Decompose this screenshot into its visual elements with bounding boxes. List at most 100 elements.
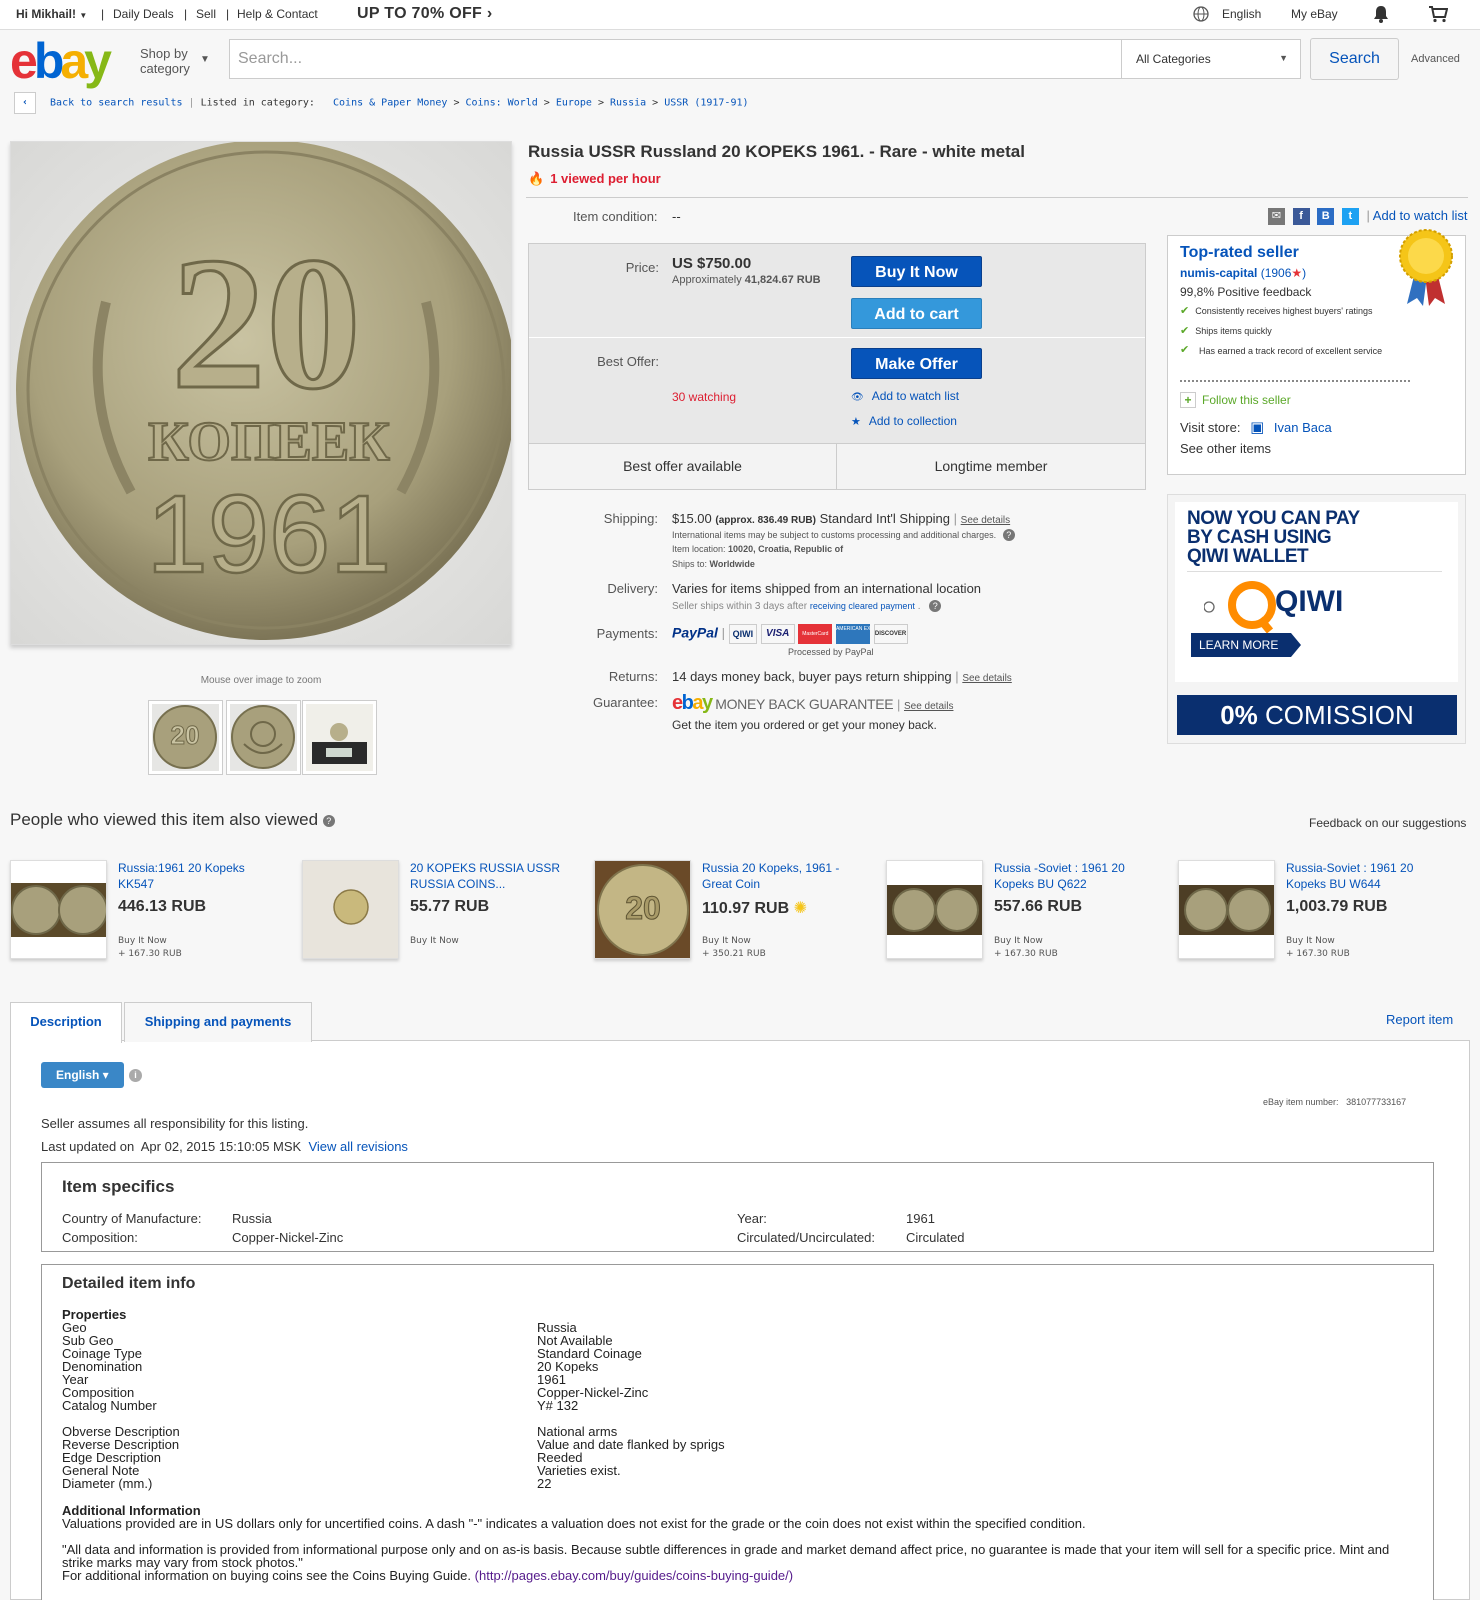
add-to-cart-button[interactable]: Add to cart <box>851 298 982 329</box>
main-product-image[interactable]: 20 КОПЕЕК 1961 <box>10 141 512 645</box>
advanced-search-link[interactable]: Advanced <box>1411 53 1460 65</box>
seller-info-box: Top-rated seller numis-capital (1906★) 9… <box>1167 229 1466 475</box>
breadcrumb-item[interactable]: Russia <box>610 98 646 109</box>
suggested-item-price: 1,003.79 RUB <box>1286 898 1388 915</box>
shipping-see-details-link[interactable]: See details <box>961 515 1010 526</box>
commission-pct: 0% <box>1220 700 1258 730</box>
check-icon: ✔ <box>1180 325 1190 337</box>
report-item-link[interactable]: Report item <box>1386 1012 1453 1027</box>
valuations-note: Valuations provided are in US dollars on… <box>62 1516 1086 1531</box>
seller-name-link[interactable]: numis-capital <box>1180 266 1257 280</box>
back-to-results-link[interactable]: Back to search results <box>50 98 182 109</box>
help-contact-link[interactable]: Help & Contact <box>237 7 318 21</box>
add-to-watch-list-link[interactable]: 👁 Add to watch list <box>851 389 959 403</box>
suggested-item-card[interactable]: Russia -Soviet : 1961 20 Kopeks BU Q622 … <box>886 860 1176 960</box>
visa-card-icon: VISA <box>760 624 795 644</box>
suggested-item-image[interactable] <box>302 860 399 959</box>
greeting-menu[interactable]: Hi Mikhail! ▼ <box>16 7 87 21</box>
suggested-item-price: 55.77 RUB <box>410 898 490 915</box>
suggested-item-card[interactable]: 20 Russia 20 Kopeks, 1961 - Great Coin 1… <box>594 860 884 960</box>
seller-responsibility: Seller assumes all responsibility for th… <box>41 1116 309 1131</box>
breadcrumb-item[interactable]: Coins: World <box>465 98 537 109</box>
suggested-item-image[interactable] <box>10 860 107 959</box>
feedback-on-suggestions-link[interactable]: Feedback on our suggestions <box>1309 816 1466 830</box>
bell-icon[interactable] <box>1373 5 1389 26</box>
search-input[interactable]: Search... <box>229 39 1122 79</box>
best-offer-row: Best Offer: Make Offer 30 watching 👁 Add … <box>529 340 1145 442</box>
email-icon[interactable]: ✉ <box>1268 208 1285 226</box>
suggested-item-title[interactable]: 20 KOPEKS RUSSIA USSR RUSSIA COINS... <box>410 860 570 892</box>
suggested-item-image[interactable]: 20 <box>594 860 691 959</box>
spec-label: Country of Manufacture: <box>62 1211 202 1226</box>
breadcrumb-item[interactable]: Coins & Paper Money <box>333 98 447 109</box>
follow-seller-link[interactable]: + Follow this seller <box>1180 392 1291 408</box>
thumbnail-2[interactable] <box>226 700 301 775</box>
my-ebay-link[interactable]: My eBay <box>1291 7 1338 21</box>
language-selector[interactable]: English <box>1222 7 1261 21</box>
suggested-item-title[interactable]: Russia:1961 20 Kopeks KK547 <box>118 860 278 892</box>
store-name-link[interactable]: Ivan Baca <box>1274 420 1332 435</box>
approx-value: 41,824.67 RUB <box>744 274 821 286</box>
divider <box>526 197 1468 198</box>
tab-shipping-payments[interactable]: Shipping and payments <box>124 1002 312 1042</box>
qiwi-ad-banner[interactable]: NOW YOU CAN PAY BY CASH USING QIWI WALLE… <box>1167 494 1466 744</box>
suggested-item-image[interactable] <box>886 860 983 959</box>
last-updated-label: Last updated on <box>41 1139 135 1154</box>
see-other-items-link[interactable]: See other items <box>1180 441 1271 456</box>
returns-see-details-link[interactable]: See details <box>962 673 1011 684</box>
spec-label: Year: <box>737 1211 767 1226</box>
facebook-icon[interactable]: f <box>1292 208 1310 226</box>
suggested-item-card[interactable]: Russia:1961 20 Kopeks KK547 446.13 RUB B… <box>10 860 300 960</box>
breadcrumb-item[interactable]: USSR (1917-91) <box>664 98 748 109</box>
suggested-item-title[interactable]: Russia 20 Kopeks, 1961 - Great Coin <box>702 860 862 892</box>
view-revisions-link[interactable]: View all revisions <box>308 1139 407 1154</box>
suggested-item-card[interactable]: 20 KOPEKS RUSSIA USSR RUSSIA COINS... 55… <box>302 860 592 960</box>
category-select[interactable]: All Categories ▼ <box>1122 39 1301 79</box>
language-dropdown-button[interactable]: English ▾ <box>41 1062 124 1088</box>
amex-card-icon: AMERICAN EXPRESS <box>835 624 870 644</box>
make-offer-button[interactable]: Make Offer <box>851 348 982 379</box>
delivery-note: Seller ships within 3 days after receivi… <box>672 600 942 612</box>
add-to-collection-link[interactable]: ★ Add to collection <box>851 414 957 428</box>
cleared-payment-link[interactable]: receiving cleared payment <box>810 601 915 611</box>
best-offer-available: Best offer available <box>529 444 837 489</box>
price-value: US $750.00 <box>672 255 752 272</box>
discover-card-icon: DISCOVER <box>873 624 908 644</box>
condition-label: Item condition: <box>573 209 658 224</box>
twitter-icon[interactable]: t <box>1341 208 1359 226</box>
cart-icon[interactable] <box>1428 5 1449 26</box>
breadcrumb-item[interactable]: Europe <box>556 98 592 109</box>
sell-link[interactable]: Sell <box>196 7 216 21</box>
sun-icon: ✺ <box>793 900 808 917</box>
suggested-item-image[interactable] <box>1178 860 1275 959</box>
listed-in-label: Listed in category: <box>200 97 315 109</box>
back-arrow-icon[interactable]: ‹ <box>14 92 36 114</box>
thumbnail-3[interactable] <box>302 700 377 775</box>
also-viewed-title-text: People who viewed this item also viewed <box>10 810 319 829</box>
search-button[interactable]: Search <box>1310 38 1399 80</box>
ebay-logo[interactable]: ebay <box>10 36 112 86</box>
qiwi-line: NOW YOU CAN PAY <box>1187 508 1360 529</box>
help-icon[interactable]: ? <box>1002 529 1015 541</box>
help-icon[interactable]: ? <box>929 600 942 612</box>
suggested-item-price: 557.66 RUB <box>994 898 1083 915</box>
tab-description[interactable]: Description <box>10 1002 122 1043</box>
suggested-item-title[interactable]: Russia-Soviet : 1961 20 Kopeks BU W644 <box>1286 860 1446 892</box>
suggested-item-card[interactable]: Russia-Soviet : 1961 20 Kopeks BU W644 1… <box>1178 860 1468 960</box>
daily-deals-link[interactable]: Daily Deals <box>113 7 174 21</box>
suggested-item-title[interactable]: Russia -Soviet : 1961 20 Kopeks BU Q622 <box>994 860 1154 892</box>
info-icon[interactable]: i <box>129 1069 142 1082</box>
feedback-score-link[interactable]: (1906 <box>1261 266 1292 280</box>
shop-by-category-button[interactable]: Shop by category ▼ <box>140 46 210 76</box>
learn-more-button[interactable]: LEARN MORE <box>1191 633 1291 657</box>
blog-icon[interactable]: B <box>1317 208 1335 226</box>
coins-guide-link[interactable]: (http://pages.ebay.com/buy/guides/coins-… <box>475 1568 793 1583</box>
thumbnail-1[interactable]: 20 <box>148 700 223 775</box>
guarantee-see-details-link[interactable]: See details <box>904 701 953 712</box>
best-offer-label: Best Offer: <box>597 354 659 369</box>
promo-banner[interactable]: UP TO 70% OFF › <box>357 5 493 23</box>
price-label: Price: <box>625 260 659 275</box>
add-to-watch-list-link[interactable]: Add to watch list <box>1373 208 1468 223</box>
help-icon[interactable]: ? <box>322 814 335 827</box>
buy-it-now-button[interactable]: Buy It Now <box>851 256 982 287</box>
